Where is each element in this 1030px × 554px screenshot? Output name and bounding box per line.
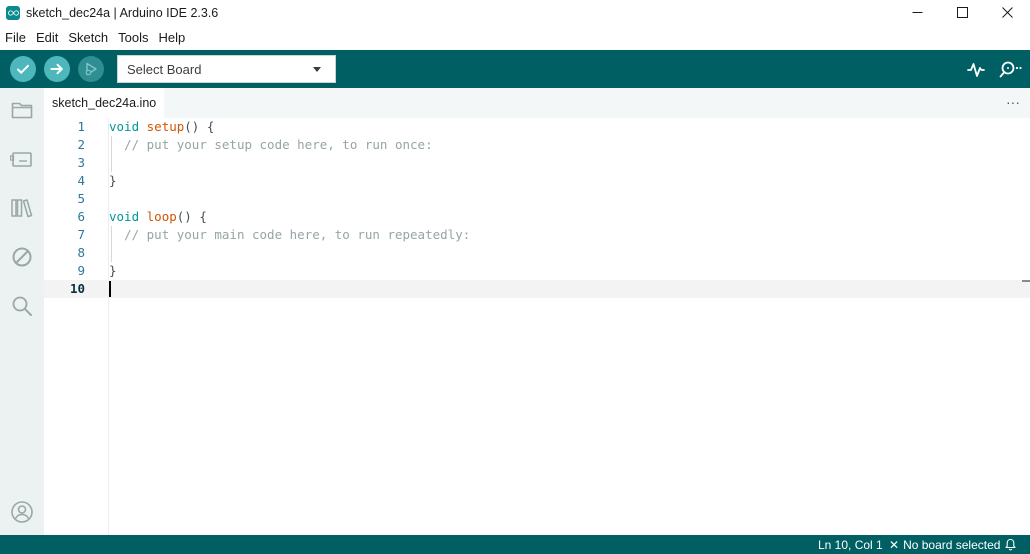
board-status[interactable]: ✕ No board selected — [889, 538, 1000, 552]
more-actions-icon[interactable]: ··· — [1006, 94, 1020, 110]
line-number: 7 — [77, 227, 85, 242]
menu-tools[interactable]: Tools — [113, 25, 153, 50]
sketchbook-button[interactable] — [10, 98, 34, 122]
indent-guide — [111, 154, 112, 172]
code-line: 6 void loop() { — [44, 208, 1030, 226]
upload-icon — [50, 63, 63, 75]
function-name: setup — [146, 119, 185, 134]
code-text: () { — [176, 209, 207, 224]
editor-tab-bar: sketch_dec24a.ino ··· — [44, 88, 1030, 118]
maximize-button[interactable] — [940, 0, 985, 25]
code-line: 1 void setup() { — [44, 118, 1030, 136]
line-number: 6 — [77, 209, 85, 224]
code-text: } — [109, 173, 117, 188]
code-line: 8 — [44, 244, 1030, 262]
board-selector-value: Select Board — [127, 61, 202, 77]
library-manager-button[interactable] — [10, 196, 34, 220]
menu-bar: File Edit Sketch Tools Help — [0, 25, 1030, 50]
keyword: void — [109, 209, 140, 224]
verify-icon — [17, 64, 29, 74]
menu-help[interactable]: Help — [153, 25, 190, 50]
account-icon — [11, 501, 33, 523]
cursor-position[interactable]: Ln 10, Col 1 — [818, 538, 883, 552]
indent-guide — [111, 244, 112, 262]
verify-button[interactable] — [10, 56, 36, 82]
line-number: 3 — [77, 155, 85, 170]
serial-plotter-icon — [967, 63, 985, 77]
board-selector[interactable]: Select Board — [117, 55, 336, 83]
menu-sketch[interactable]: Sketch — [63, 25, 113, 50]
title-bar: sketch_dec24a | Arduino IDE 2.3.6 — [0, 0, 1030, 25]
code-editor[interactable]: 1 void setup() { 2 // put your setup cod… — [44, 118, 1030, 535]
activity-bar — [0, 88, 44, 535]
boards-manager-button[interactable] — [10, 147, 34, 171]
window-title: sketch_dec24a | Arduino IDE 2.3.6 — [26, 5, 219, 20]
maximize-icon — [957, 7, 968, 18]
chevron-down-icon — [313, 67, 321, 72]
function-name: loop — [146, 209, 177, 224]
menu-edit[interactable]: Edit — [31, 25, 63, 50]
menu-file[interactable]: File — [0, 25, 31, 50]
line-number: 8 — [77, 245, 85, 260]
comment: // put your main code here, to run repea… — [124, 227, 471, 242]
close-x-icon: ✕ — [889, 538, 900, 552]
code-line: 5 — [44, 190, 1030, 208]
serial-plotter-button[interactable] — [965, 58, 987, 80]
line-number: 10 — [69, 281, 85, 296]
account-button[interactable] — [10, 500, 34, 524]
text-cursor — [109, 281, 111, 297]
serial-monitor-button[interactable] — [998, 58, 1024, 80]
upload-button[interactable] — [44, 56, 70, 82]
close-icon — [1002, 7, 1013, 18]
notification-bell-icon[interactable] — [1004, 538, 1017, 551]
minimize-icon — [912, 12, 923, 13]
keyword: void — [109, 119, 140, 134]
line-number: 1 — [77, 119, 85, 134]
code-text: } — [109, 263, 117, 278]
minimize-button[interactable] — [895, 0, 940, 25]
code-text: () { — [184, 119, 215, 134]
status-bar: Ln 10, Col 1 ✕ No board selected — [0, 535, 1030, 554]
sketchbook-folder-icon — [11, 102, 33, 119]
arduino-logo-icon — [6, 5, 20, 20]
debug-panel-button[interactable] — [10, 245, 34, 269]
debug-icon — [85, 62, 97, 76]
code-line: 3 — [44, 154, 1030, 172]
search-button[interactable] — [10, 294, 34, 318]
code-line: 9 } — [44, 262, 1030, 280]
code-line: 2 // put your setup code here, to run on… — [44, 136, 1030, 154]
search-icon — [12, 296, 32, 316]
line-number: 4 — [77, 173, 85, 188]
boards-manager-icon — [10, 152, 32, 167]
board-status-label: No board selected — [903, 538, 1001, 552]
current-code-line: 10 — [44, 280, 1030, 298]
line-number: 2 — [77, 137, 85, 152]
scrollbar-cursor-marker — [1022, 280, 1030, 282]
line-number: 5 — [77, 191, 85, 206]
comment: // put your setup code here, to run once… — [124, 137, 433, 152]
debug-button[interactable] — [78, 56, 104, 82]
code-line: 7 // put your main code here, to run rep… — [44, 226, 1030, 244]
tab-sketch-file[interactable]: sketch_dec24a.ino — [44, 88, 165, 118]
serial-monitor-icon — [999, 61, 1022, 78]
library-manager-icon — [11, 199, 33, 218]
toolbar: Select Board — [0, 50, 1030, 88]
code-line: 4 } — [44, 172, 1030, 190]
close-button[interactable] — [985, 0, 1030, 25]
debug-disabled-icon — [12, 247, 32, 267]
line-number: 9 — [77, 263, 85, 278]
